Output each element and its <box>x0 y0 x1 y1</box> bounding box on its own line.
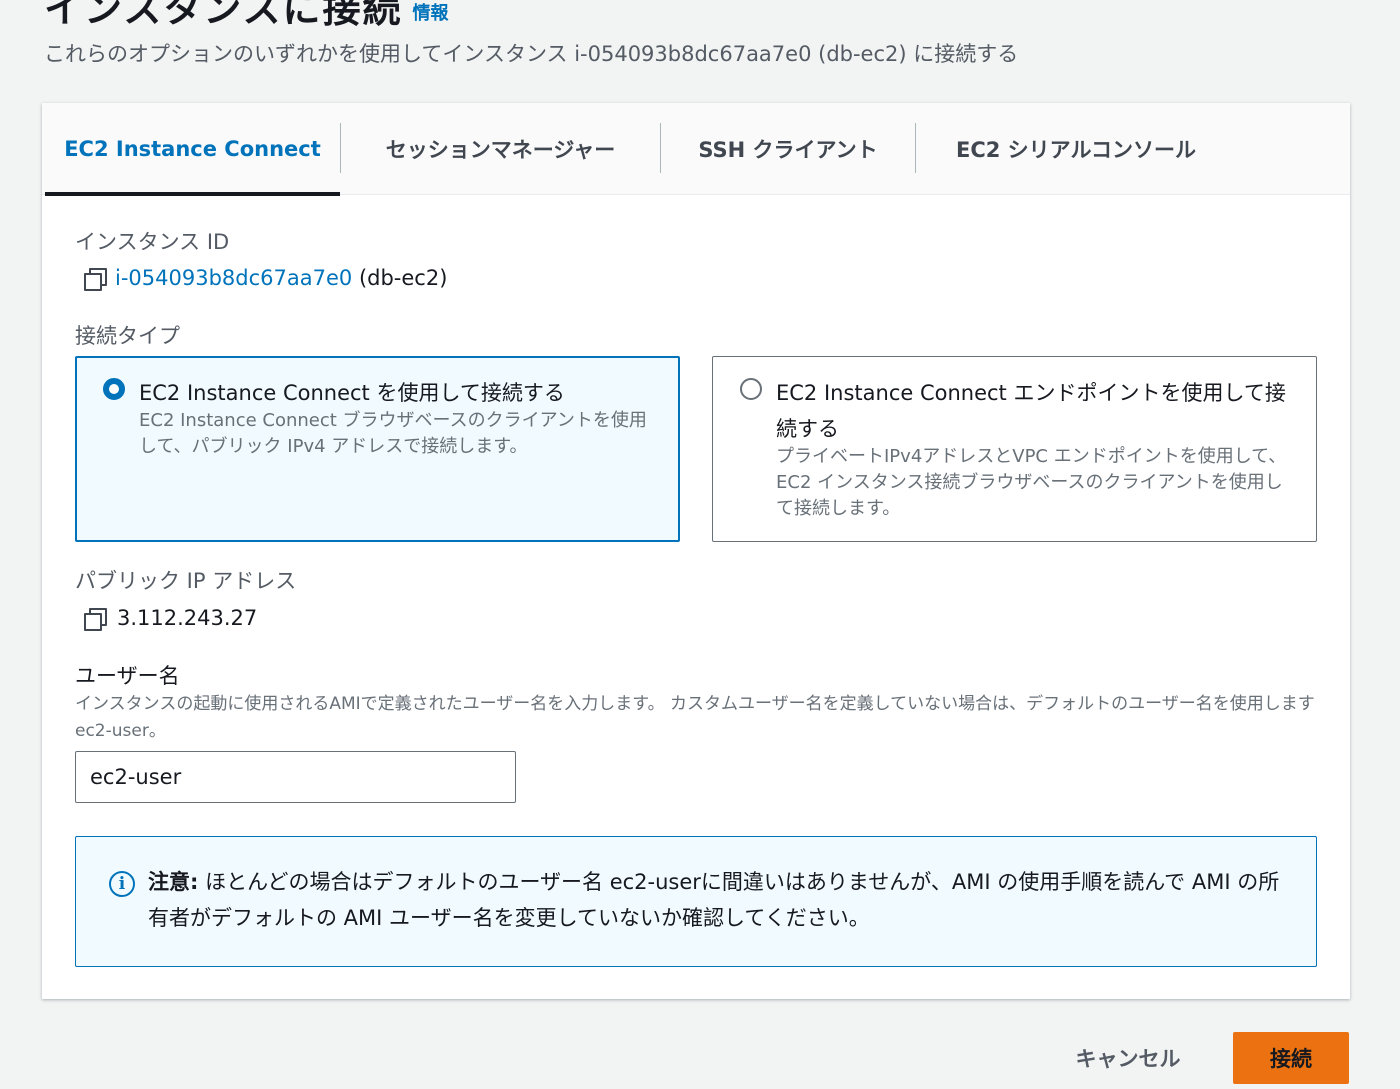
connect-to-instance-page: インスタンスに接続 情報 これらのオプションのいずれかを使用してインスタンス i-… <box>0 0 1400 1089</box>
page-subtitle: これらのオプションのいずれかを使用してインスタンス i-054093b8dc67… <box>44 42 1019 66</box>
tab-session-manager[interactable]: セッションマネージャー <box>341 103 660 195</box>
connection-type-label: 接続タイプ <box>75 324 180 348</box>
connection-method-tabs: EC2 Instance Connect セッションマネージャー SSH クライ… <box>42 103 1350 196</box>
info-icon: i <box>109 871 135 897</box>
option-title: EC2 Instance Connect を使用して接続する <box>139 381 565 405</box>
instance-id-link[interactable]: i-054093b8dc67aa7e0 <box>115 266 352 290</box>
radio-selected[interactable] <box>103 378 125 400</box>
tab-ec2-instance-connect[interactable]: EC2 Instance Connect <box>45 103 340 196</box>
info-link[interactable]: 情報 <box>412 3 448 24</box>
copy-icon[interactable] <box>83 267 107 291</box>
option-description: プライベートIPv4アドレスとVPC エンドポイントを使用して、EC2 インスタ… <box>776 446 1287 519</box>
username-input[interactable] <box>75 751 516 803</box>
option-description: EC2 Instance Connect ブラウザベースのクライアントを使用して… <box>139 410 647 457</box>
connect-panel: EC2 Instance Connect セッションマネージャー SSH クライ… <box>42 103 1350 999</box>
instance-id-label: インスタンス ID <box>75 230 230 254</box>
page-title: インスタンスに接続 情報 <box>44 0 448 33</box>
alert-strong: 注意: <box>148 870 199 894</box>
connection-option-endpoint[interactable]: EC2 Instance Connect エンドポイントを使用して接続する プラ… <box>712 356 1317 542</box>
connection-option-public-ip[interactable]: EC2 Instance Connect を使用して接続する EC2 Insta… <box>75 356 680 542</box>
alert-text: 注意: ほとんどの場合はデフォルトのユーザー名 ec2-userに間違いはありま… <box>148 864 1288 936</box>
instance-id-value: i-054093b8dc67aa7e0 (db-ec2) <box>83 266 448 291</box>
connect-button[interactable]: 接続 <box>1233 1032 1349 1084</box>
username-label: ユーザー名 <box>75 664 180 688</box>
info-alert: i 注意: ほとんどの場合はデフォルトのユーザー名 ec2-userに間違いはあ… <box>75 836 1317 967</box>
page-title-text: インスタンスに接続 <box>44 0 403 31</box>
cancel-button[interactable]: キャンセル <box>1060 1032 1196 1084</box>
alert-message: ほとんどの場合はデフォルトのユーザー名 ec2-userに間違いはありませんが、… <box>148 870 1280 930</box>
public-ip-label: パブリック IP アドレス <box>75 569 297 593</box>
radio-unselected[interactable] <box>740 378 762 400</box>
copy-icon[interactable] <box>83 607 107 631</box>
option-title: EC2 Instance Connect エンドポイントを使用して接続する <box>776 381 1286 441</box>
username-description: インスタンスの起動に使用されるAMIで定義されたユーザー名を入力します。 カスタ… <box>75 694 1315 741</box>
instance-name: (db-ec2) <box>358 266 448 290</box>
public-ip-value: 3.112.243.27 <box>117 606 258 630</box>
tab-ssh-client[interactable]: SSH クライアント <box>661 103 915 195</box>
tab-ec2-serial-console[interactable]: EC2 シリアルコンソール <box>916 103 1236 195</box>
public-ip-value-row: 3.112.243.27 <box>83 606 258 631</box>
